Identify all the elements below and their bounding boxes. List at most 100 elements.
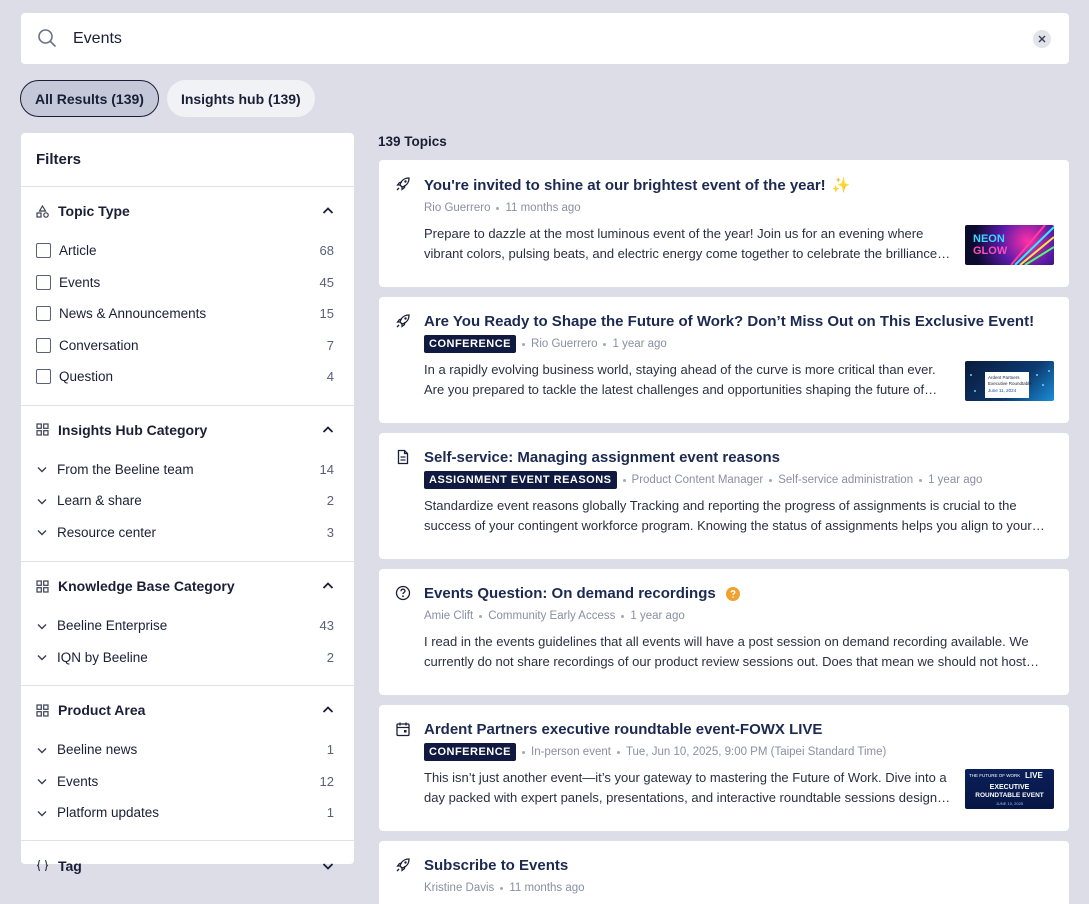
result-thumbnail[interactable]: Ardent Partners Executive Roundtable Jun…	[965, 361, 1054, 401]
result-location: In-person event	[531, 746, 611, 758]
result-card[interactable]: You're invited to shine at our brightest…	[379, 160, 1069, 287]
meta-separator	[621, 614, 625, 618]
result-card[interactable]: Self-service: Managing assignment event …	[379, 433, 1069, 559]
tab-all-results[interactable]: All Results (139)	[20, 80, 159, 117]
filter-group-title: Knowledge Base Category	[58, 578, 235, 594]
filter-option-count: 1	[326, 742, 334, 758]
filter-option: Platform updates 1	[36, 797, 334, 829]
meta-separator	[522, 750, 526, 754]
filter-option-label: Learn & share	[57, 493, 142, 509]
checkbox[interactable]	[36, 243, 51, 259]
search-icon	[38, 29, 56, 47]
code-braces-icon	[36, 859, 49, 872]
result-thumbnail[interactable]: THE FUTURE OF WORK LIVE EXECUTIVE ROUNDT…	[965, 769, 1054, 809]
filter-group-topic-type-header[interactable]: Topic Type	[36, 187, 334, 235]
filter-option: Resource center 3	[36, 517, 334, 549]
chevron-down-icon[interactable]	[36, 651, 48, 663]
filter-group-title: Topic Type	[58, 203, 130, 219]
thumb-text: Ardent Partners	[988, 375, 1020, 380]
meta-separator	[622, 478, 626, 482]
filter-group-insights-hub-category-header[interactable]: Insights Hub Category	[36, 406, 334, 454]
question-badge-icon	[725, 586, 740, 601]
filter-group-tag-header[interactable]: Tag	[36, 842, 334, 890]
filter-option-label: Events	[59, 274, 101, 290]
result-time: 11 months ago	[509, 882, 585, 894]
filter-option: IQN by Beeline 2	[36, 642, 334, 674]
filter-group-product-area-header[interactable]: Product Area	[36, 686, 334, 734]
result-title-text: Are You Ready to Shape the Future of Wor…	[424, 313, 1035, 330]
chevron-up-icon	[322, 425, 334, 433]
chevron-down-icon	[322, 862, 334, 870]
filter-option-count: 3	[326, 524, 334, 540]
chevron-down-icon[interactable]	[36, 495, 48, 507]
result-title-text: Events Question: On demand recordings	[424, 585, 716, 602]
filters-title: Filters	[21, 133, 354, 187]
meta-separator	[919, 478, 923, 482]
result-card[interactable]: Are You Ready to Shape the Future of Wor…	[379, 297, 1069, 423]
filters-panel: Filters Topic Type Article 68 Events 45 Ne…	[21, 133, 354, 874]
result-title[interactable]: Subscribe to Events	[424, 857, 568, 874]
result-card[interactable]: Subscribe to Events Kristine Davis 11 mo…	[379, 841, 1069, 904]
document-icon	[397, 449, 409, 465]
filter-group-knowledge-base-category-header[interactable]: Knowledge Base Category	[36, 562, 334, 610]
result-card[interactable]: Ardent Partners executive roundtable eve…	[379, 705, 1069, 831]
chevron-down-icon[interactable]	[36, 620, 48, 632]
result-author: Rio Guerrero	[424, 202, 491, 214]
filter-option: Beeline Enterprise 43	[36, 610, 334, 642]
filter-group-topic-type: Topic Type Article 68 Events 45 News & Ann…	[21, 187, 354, 406]
result-title[interactable]: You're invited to shine at our brightest…	[424, 176, 850, 195]
chevron-up-icon	[322, 706, 334, 713]
thumb-text: NEON	[973, 233, 1005, 245]
chevron-down-icon[interactable]	[36, 807, 48, 819]
result-title[interactable]: Ardent Partners executive roundtable eve…	[424, 721, 822, 738]
rocket-icon	[396, 177, 410, 191]
filter-option-label: From the Beeline team	[57, 461, 194, 477]
filter-option-label: Article	[59, 243, 97, 259]
filter-option-label: Beeline news	[57, 742, 138, 758]
filter-option-count: 1	[326, 805, 334, 821]
thumb-text: LIVE	[1025, 771, 1043, 780]
result-title[interactable]: Events Question: On demand recordings	[424, 585, 740, 602]
chevron-down-icon[interactable]	[36, 463, 48, 475]
meta-separator	[496, 206, 500, 210]
result-author: Rio Guerrero	[531, 338, 598, 350]
search-input[interactable]	[73, 13, 1013, 64]
result-category: Community Early Access	[488, 610, 616, 622]
filter-option: News & Announcements 15	[36, 298, 334, 330]
result-title-text: You're invited to shine at our brightest…	[424, 176, 826, 194]
filter-option-label: Question	[59, 369, 114, 385]
result-title[interactable]: Self-service: Managing assignment event …	[424, 449, 780, 466]
result-title[interactable]: Are You Ready to Shape the Future of Wor…	[424, 313, 1034, 330]
result-thumbnail[interactable]: NEON GLOW	[965, 225, 1054, 265]
result-author: Amie Clift	[424, 610, 474, 622]
filter-option-count: 7	[326, 337, 334, 353]
thumb-text: GLOW	[973, 245, 1008, 257]
clear-search-button[interactable]	[1033, 30, 1051, 48]
chevron-down-icon[interactable]	[36, 526, 48, 538]
filter-option: Events 45	[36, 267, 334, 299]
chevron-down-icon[interactable]	[36, 744, 48, 756]
filter-group-title: Insights Hub Category	[58, 421, 208, 438]
chevron-down-icon[interactable]	[36, 775, 48, 787]
result-title-text: Subscribe to Events	[424, 857, 569, 874]
thumb-text: THE FUTURE OF WORK	[969, 773, 1020, 778]
rocket-icon	[396, 314, 410, 328]
tab-insights-hub[interactable]: Insights hub (139)	[166, 80, 315, 117]
checkbox[interactable]	[36, 274, 51, 290]
checkbox[interactable]	[36, 337, 51, 353]
filter-option: Question 4	[36, 361, 334, 393]
result-time: 1 year ago	[612, 338, 667, 350]
scope-tabs: All Results (139) Insights hub (139)	[20, 80, 315, 117]
rocket-icon	[396, 858, 410, 872]
meta-separator	[616, 750, 620, 754]
filter-option-label: IQN by Beeline	[57, 649, 148, 665]
meta-separator	[603, 342, 607, 346]
filter-option-label: News & Announcements	[59, 306, 207, 322]
checkbox[interactable]	[36, 369, 51, 385]
grid-icon	[36, 423, 49, 436]
checkbox[interactable]	[36, 306, 51, 322]
result-card[interactable]: Events Question: On demand recordings Am…	[379, 569, 1069, 695]
filter-option: Conversation 7	[36, 330, 334, 362]
filter-option-count: 43	[319, 618, 334, 634]
filter-option-label: Resource center	[57, 524, 157, 540]
